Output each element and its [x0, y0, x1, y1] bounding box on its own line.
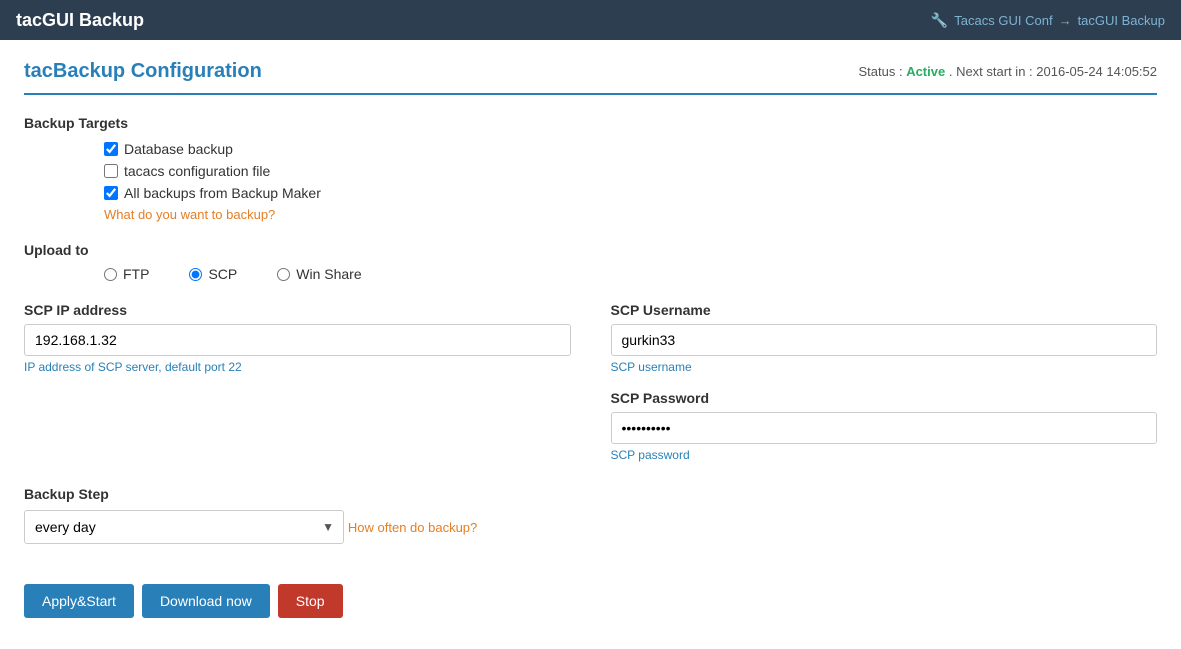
scp-ip-input[interactable] — [24, 324, 571, 356]
scp-fields-grid: SCP IP address IP address of SCP server,… — [24, 302, 1157, 462]
upload-radio-group: FTP SCP Win Share — [24, 266, 1157, 282]
page-title: tacBackup Configuration — [24, 60, 262, 83]
scp-username-label: SCP Username — [611, 302, 1158, 318]
page-heading-row: tacBackup Configuration Status : Active … — [24, 60, 1157, 95]
scp-username-input[interactable] — [611, 324, 1158, 356]
backup-step-label: Backup Step — [24, 486, 1157, 502]
backup-step-section: Backup Step every day every week every m… — [24, 486, 1157, 544]
page-title-bold: Backup — [53, 60, 125, 82]
radio-winshare-label: Win Share — [296, 266, 361, 282]
scp-ip-group: SCP IP address IP address of SCP server,… — [24, 302, 571, 374]
page-title-prefix: tac — [24, 60, 53, 82]
backup-targets-section: Backup Targets Database backup tacacs co… — [24, 115, 1157, 222]
checkbox-tacacs-input[interactable] — [104, 164, 118, 178]
status-info: Status : Active . Next start in : 2016-0… — [858, 64, 1157, 79]
backup-step-help-link[interactable]: How often do backup? — [348, 520, 477, 535]
checkbox-tacacs-label: tacacs configuration file — [124, 163, 270, 179]
scp-password-input[interactable] — [611, 412, 1158, 444]
scp-ip-hint: IP address of SCP server, default port 2… — [24, 360, 571, 374]
button-row: Apply&Start Download now Stop — [24, 584, 1157, 618]
status-datetime: 2016-05-24 14:05:52 — [1036, 64, 1157, 79]
checkbox-backupmaker[interactable]: All backups from Backup Maker — [104, 185, 1157, 201]
navbar-breadcrumb: 🔧 Tacacs GUI Conf → tacGUI Backup — [931, 12, 1165, 29]
scp-password-hint: SCP password — [611, 448, 1158, 462]
status-next: . Next start in : — [949, 64, 1033, 79]
backup-targets-help-link[interactable]: What do you want to backup? — [104, 207, 1157, 222]
scp-username-hint: SCP username — [611, 360, 1158, 374]
radio-winshare[interactable]: Win Share — [277, 266, 361, 282]
radio-ftp[interactable]: FTP — [104, 266, 149, 282]
checkbox-database[interactable]: Database backup — [104, 141, 1157, 157]
scp-password-label: SCP Password — [611, 390, 1158, 406]
main-content: tacBackup Configuration Status : Active … — [0, 40, 1181, 649]
checkbox-tacacs[interactable]: tacacs configuration file — [104, 163, 1157, 179]
upload-section: Upload to FTP SCP Win Share — [24, 242, 1157, 282]
backup-step-select-wrapper: every day every week every month every h… — [24, 510, 344, 544]
page-title-suffix: Configuration — [125, 60, 262, 82]
download-now-button[interactable]: Download now — [142, 584, 270, 618]
scp-username-group: SCP Username SCP username — [611, 302, 1158, 374]
radio-ftp-label: FTP — [123, 266, 149, 282]
upload-to-label: Upload to — [24, 242, 1157, 258]
navbar-brand: tacGUI Backup — [16, 10, 144, 31]
apply-start-button[interactable]: Apply&Start — [24, 584, 134, 618]
backup-targets-label: Backup Targets — [24, 115, 1157, 131]
status-value: Active — [906, 64, 945, 79]
checkbox-backupmaker-label: All backups from Backup Maker — [124, 185, 321, 201]
checkbox-backupmaker-input[interactable] — [104, 186, 118, 200]
radio-scp-label: SCP — [208, 266, 237, 282]
scp-password-group: SCP Password SCP password — [611, 390, 1158, 462]
status-label: Status : — [858, 64, 902, 79]
backup-targets-list: Database backup tacacs configuration fil… — [24, 141, 1157, 222]
radio-scp[interactable]: SCP — [189, 266, 237, 282]
checkbox-database-label: Database backup — [124, 141, 233, 157]
stop-button[interactable]: Stop — [278, 584, 343, 618]
backup-step-select[interactable]: every day every week every month every h… — [24, 510, 344, 544]
radio-scp-input[interactable] — [189, 268, 202, 281]
scp-ip-label: SCP IP address — [24, 302, 571, 318]
breadcrumb-separator: → — [1059, 13, 1072, 28]
navbar: tacGUI Backup 🔧 Tacacs GUI Conf → tacGUI… — [0, 0, 1181, 40]
checkbox-database-input[interactable] — [104, 142, 118, 156]
breadcrumb-parent[interactable]: Tacacs GUI Conf — [954, 13, 1052, 28]
radio-ftp-input[interactable] — [104, 268, 117, 281]
scp-left-spacer — [24, 390, 571, 462]
wrench-icon: 🔧 — [931, 12, 948, 29]
breadcrumb-current[interactable]: tacGUI Backup — [1078, 13, 1165, 28]
radio-winshare-input[interactable] — [277, 268, 290, 281]
